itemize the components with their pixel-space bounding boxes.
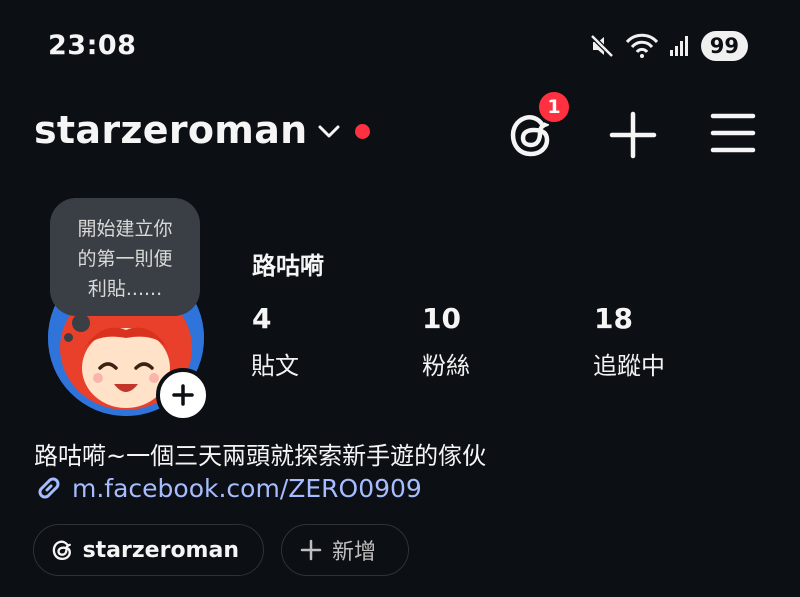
- signal-icon: [669, 36, 688, 56]
- chevron-down-icon[interactable]: [316, 122, 342, 142]
- followers-label[interactable]: 粉絲: [422, 346, 470, 381]
- plus-small-icon: [172, 384, 194, 406]
- posts-count[interactable]: 4: [252, 302, 271, 335]
- followers-count[interactable]: 10: [422, 302, 461, 335]
- add-chip-label: 新增: [332, 540, 377, 565]
- mute-icon: [589, 34, 614, 58]
- following-label[interactable]: 追蹤中: [593, 346, 665, 381]
- threads-icon: [52, 540, 71, 561]
- add-story-button[interactable]: [156, 368, 210, 422]
- profile-bio: 路咕嗬~一個三天兩頭就探索新手遊的傢伙: [34, 442, 487, 470]
- note-bubble-tail: [64, 333, 73, 342]
- add-chip[interactable]: 新增: [281, 524, 409, 576]
- account-alert-dot: [355, 124, 370, 139]
- battery-indicator: 99: [700, 31, 748, 61]
- status-time: 23:08: [48, 30, 137, 61]
- threads-chip-label: starzeroman: [82, 537, 239, 563]
- profile-link[interactable]: m.facebook.com/ZERO0909: [34, 473, 422, 503]
- link-icon: [38, 477, 60, 499]
- note-text-line: 的第一則便: [77, 248, 173, 270]
- plus-icon[interactable]: [606, 108, 660, 162]
- note-text-line: 利貼......: [87, 278, 163, 300]
- profile-display-name: 路咕嗬: [252, 252, 324, 280]
- note-bubble-tail: [72, 314, 90, 332]
- note-bubble[interactable]: 開始建立你 的第一則便 利貼......: [50, 198, 200, 316]
- plus-icon: [300, 539, 322, 561]
- profile-link-text[interactable]: m.facebook.com/ZERO0909: [72, 474, 422, 503]
- posts-label[interactable]: 貼文: [251, 346, 299, 381]
- threads-profile-chip[interactable]: starzeroman: [33, 524, 264, 576]
- menu-icon[interactable]: [710, 110, 756, 156]
- wifi-icon: [625, 33, 658, 58]
- status-icons: 99: [589, 30, 748, 62]
- following-count[interactable]: 18: [594, 302, 633, 335]
- notification-badge: 1: [536, 89, 572, 125]
- note-text-line: 開始建立你: [77, 218, 173, 240]
- account-username[interactable]: starzeroman: [34, 108, 308, 152]
